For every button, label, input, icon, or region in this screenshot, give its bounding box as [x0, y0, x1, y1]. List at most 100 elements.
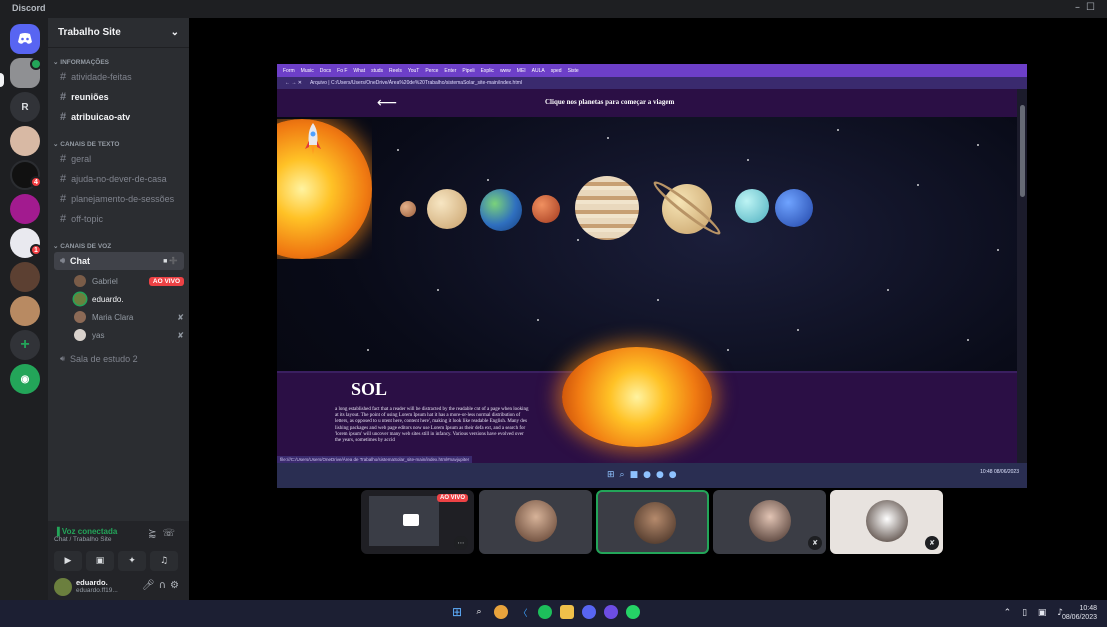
- channel-reunioes[interactable]: # reuniões: [54, 88, 184, 106]
- hash-icon: #: [60, 111, 67, 123]
- earth-planet[interactable]: [480, 189, 522, 231]
- browser-tab[interactable]: YouT: [408, 68, 420, 74]
- browser-tab[interactable]: Reels: [389, 68, 402, 74]
- venus-planet[interactable]: [427, 189, 467, 229]
- browser-tab[interactable]: sped: [551, 68, 562, 74]
- avatar: [515, 500, 557, 542]
- chat-and-invite-icons[interactable]: ■ ➕: [163, 257, 178, 265]
- page-scrollbar[interactable]: [1018, 89, 1027, 463]
- channel-atividade-feitas[interactable]: # atividade-feitas: [54, 68, 184, 86]
- voice-user-gabriel[interactable]: Gabriel AO VIVO: [74, 272, 184, 290]
- user-name: eduardo.: [76, 578, 108, 587]
- hash-icon: #: [60, 173, 67, 185]
- browser-tab[interactable]: AULA: [532, 68, 545, 74]
- voice-user-maria-clara[interactable]: Maria Clara ✘: [74, 308, 184, 326]
- app-titlebar: Discord –☐: [0, 0, 1107, 18]
- whatsapp-icon[interactable]: [626, 605, 640, 619]
- video-tile-yas[interactable]: ✘: [830, 490, 943, 554]
- video-tile-maria-clara[interactable]: ✘: [713, 490, 826, 554]
- app-title: Discord: [12, 3, 46, 13]
- system-tray-icons[interactable]: ⌃ ▯ ▣ ♪: [1004, 608, 1067, 618]
- more-options-icon[interactable]: ⋯: [454, 536, 468, 550]
- category-info[interactable]: ⌄ INFORMAÇÕES: [48, 58, 109, 66]
- server-avatar-4[interactable]: [10, 194, 40, 224]
- channel-ajuda[interactable]: # ajuda-no-dever-de-casa: [54, 170, 184, 188]
- channel-geral[interactable]: # geral: [54, 150, 184, 168]
- stream-tile-gabriel[interactable]: AO VIVO ⋯: [361, 490, 474, 554]
- server-header[interactable]: Trabalho Site ⌄: [48, 18, 189, 48]
- shared-tray: 10:48 08/06/2023: [980, 469, 1019, 475]
- channel-atribuicao-atv[interactable]: # atribuicao-atv: [54, 108, 184, 126]
- soundboard-button[interactable]: ♫: [150, 551, 178, 571]
- browser-tab[interactable]: studs: [371, 68, 383, 74]
- voice-status: ▐ Voz conectada: [54, 527, 118, 536]
- taskbar-clock[interactable]: 10:48 08/06/2023: [1062, 604, 1097, 622]
- window-controls[interactable]: –☐: [1075, 2, 1101, 13]
- mars-planet[interactable]: [532, 195, 560, 223]
- user-tag: eduardo.ff19...: [76, 587, 118, 594]
- chrome-icon[interactable]: [494, 605, 508, 619]
- speaker-icon: 🔊︎: [60, 354, 66, 363]
- browser-tab[interactable]: Fo F: [337, 68, 347, 74]
- voice-channel-chat[interactable]: 🔊︎ Chat ■ ➕: [54, 252, 184, 270]
- voice-location[interactable]: Chat / Trabalho Site: [54, 536, 111, 543]
- sun-planet[interactable]: [277, 119, 372, 259]
- category-text[interactable]: ⌄ CANAIS DE TEXTO: [48, 140, 119, 148]
- nav-icons[interactable]: ← → ✕: [285, 80, 302, 86]
- live-badge: AO VIVO: [148, 276, 184, 286]
- shared-browser-window[interactable]: Form Music Docs Fo F What studs Reels Yo…: [277, 64, 1027, 488]
- server-r[interactable]: R: [10, 92, 40, 122]
- scroll-thumb[interactable]: [1020, 105, 1025, 197]
- video-tile-eduardo[interactable]: [596, 490, 709, 554]
- server-avatar-7[interactable]: [10, 296, 40, 326]
- discord-icon[interactable]: [582, 605, 596, 619]
- browser-tab-strip[interactable]: Form Music Docs Fo F What studs Reels Yo…: [277, 64, 1027, 77]
- avatar: [74, 329, 86, 341]
- browser-tab[interactable]: Docs: [320, 68, 331, 74]
- vscode-icon[interactable]: 〈: [516, 605, 530, 619]
- screen-share-button[interactable]: ▣: [86, 551, 114, 571]
- browser-tab[interactable]: Explic: [481, 68, 494, 74]
- add-server-icon[interactable]: +: [10, 330, 40, 360]
- browser-tab[interactable]: www: [500, 68, 511, 74]
- channel-off-topic[interactable]: # off-topic: [54, 210, 184, 228]
- browser-tab[interactable]: Perce: [425, 68, 438, 74]
- user-avatar[interactable]: [54, 578, 72, 596]
- activity-button[interactable]: ✦: [118, 551, 146, 571]
- spotify-icon[interactable]: [538, 605, 552, 619]
- voice-channel-sala-de-estudo-2[interactable]: 🔊︎ Sala de estudo 2: [54, 350, 184, 368]
- neptune-planet[interactable]: [775, 189, 813, 227]
- jupiter-planet[interactable]: [575, 176, 639, 240]
- address-url: Arquivo | C:/Users/Users/OneDrive/Área%2…: [309, 80, 523, 86]
- uranus-planet[interactable]: [735, 189, 769, 223]
- back-arrow-icon[interactable]: ⟵: [377, 95, 397, 111]
- mic-headphone-settings-icons[interactable]: 🎤︎∩⚙: [142, 580, 183, 591]
- home-icon[interactable]: [10, 24, 40, 54]
- mic-muted-icon: ✘: [177, 330, 184, 340]
- server-avatar-6[interactable]: [10, 262, 40, 292]
- server-avatar-2[interactable]: [10, 126, 40, 156]
- browser-tab[interactable]: What: [353, 68, 365, 74]
- browser-tab[interactable]: Pipeli: [462, 68, 474, 74]
- hash-icon: #: [60, 193, 67, 205]
- planet-description: a long established fact that a reader wi…: [335, 407, 529, 444]
- browser-tab[interactable]: Music: [301, 68, 314, 74]
- voice-user-yas[interactable]: yas ✘: [74, 326, 184, 344]
- windows-start-icon[interactable]: ⊞: [450, 605, 464, 619]
- category-voice[interactable]: ⌄ CANAIS DE VOZ: [48, 242, 111, 250]
- browser-tab-active[interactable]: Siste: [568, 68, 579, 74]
- browser-tab[interactable]: Form: [283, 68, 295, 74]
- video-tile-user-2[interactable]: [479, 490, 592, 554]
- explore-icon[interactable]: ◉: [10, 364, 40, 394]
- app-icon[interactable]: [604, 605, 618, 619]
- address-bar[interactable]: ← → ✕ Arquivo | C:/Users/Users/OneDrive/…: [277, 77, 1027, 89]
- voice-user-eduardo[interactable]: eduardo.: [74, 290, 184, 308]
- mercury-planet[interactable]: [400, 201, 416, 217]
- channel-planejamento[interactable]: # planejamento-de-sessões: [54, 190, 184, 208]
- noise-and-disconnect-icons[interactable]: ⪸☏: [148, 528, 181, 539]
- browser-tab[interactable]: Enter: [444, 68, 456, 74]
- camera-button[interactable]: ▶: [54, 551, 82, 571]
- file-explorer-icon[interactable]: [560, 605, 574, 619]
- browser-tab[interactable]: MEI: [517, 68, 526, 74]
- search-icon[interactable]: ⌕: [472, 605, 486, 619]
